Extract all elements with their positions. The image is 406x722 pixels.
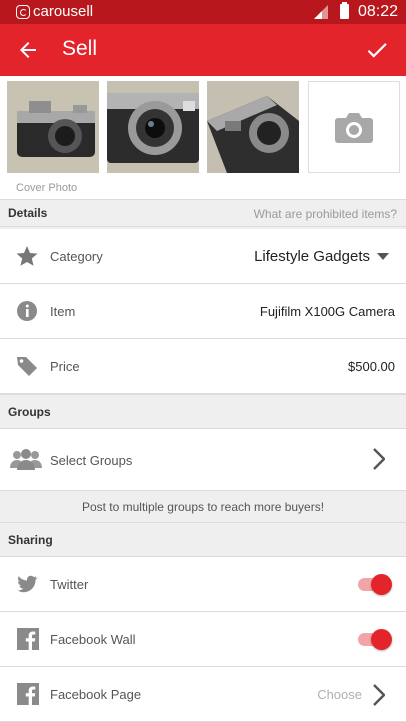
photo-thumbnail[interactable] bbox=[107, 81, 199, 173]
facebook-wall-row[interactable]: Facebook Wall bbox=[0, 612, 406, 667]
facebook-page-row[interactable]: Facebook Page Choose bbox=[0, 667, 406, 722]
item-row[interactable]: Item Fujifilm X100G Camera bbox=[0, 284, 406, 339]
price-row[interactable]: Price $500.00 bbox=[0, 339, 406, 394]
status-bar: carousell 08:22 bbox=[0, 0, 406, 24]
add-photo-button[interactable] bbox=[308, 81, 400, 173]
facebook-icon bbox=[17, 683, 39, 705]
category-label: Category bbox=[50, 249, 103, 264]
twitter-row[interactable]: Twitter bbox=[0, 557, 406, 612]
item-value[interactable]: Fujifilm X100G Camera bbox=[260, 304, 395, 319]
price-value[interactable]: $500.00 bbox=[348, 359, 395, 374]
details-section-header: Details What are prohibited items? bbox=[0, 199, 406, 227]
category-row[interactable]: Category Lifestyle Gadgets bbox=[0, 229, 406, 284]
facebook-page-label: Facebook Page bbox=[50, 687, 142, 702]
brand-name: carousell bbox=[33, 3, 94, 20]
facebook-wall-label: Facebook Wall bbox=[50, 632, 136, 647]
cover-photo-label: Cover Photo bbox=[16, 182, 78, 194]
select-groups-label: Select Groups bbox=[50, 453, 133, 468]
info-icon bbox=[17, 301, 37, 321]
select-groups-row[interactable]: Select Groups bbox=[0, 429, 406, 491]
twitter-label: Twitter bbox=[50, 577, 89, 592]
details-heading: Details bbox=[8, 206, 48, 220]
battery-icon bbox=[340, 2, 349, 19]
groups-icon bbox=[10, 449, 42, 470]
photo-thumbnail[interactable] bbox=[207, 81, 299, 173]
facebook-page-choose[interactable]: Choose bbox=[317, 687, 362, 702]
sharing-section-header: Sharing bbox=[0, 522, 406, 557]
twitter-icon bbox=[17, 575, 38, 593]
twitter-toggle[interactable] bbox=[358, 574, 392, 595]
facebook-wall-toggle[interactable] bbox=[358, 629, 392, 650]
groups-heading: Groups bbox=[8, 405, 51, 419]
chevron-right-icon[interactable] bbox=[373, 684, 385, 706]
back-arrow-icon[interactable] bbox=[16, 38, 40, 62]
groups-section-header: Groups bbox=[0, 394, 406, 429]
photo-strip: Cover Photo bbox=[0, 76, 406, 200]
status-time: 08:22 bbox=[358, 3, 399, 20]
app-bar: Sell bbox=[0, 24, 406, 76]
facebook-icon bbox=[17, 628, 39, 650]
category-value[interactable]: Lifestyle Gadgets bbox=[254, 248, 370, 265]
photo-thumbnail[interactable] bbox=[7, 81, 99, 173]
status-brand: carousell bbox=[16, 3, 93, 20]
star-icon bbox=[16, 246, 38, 266]
item-label: Item bbox=[50, 304, 76, 319]
sharing-heading: Sharing bbox=[8, 533, 53, 547]
camera-icon bbox=[335, 113, 373, 143]
chevron-right-icon[interactable] bbox=[373, 448, 385, 470]
carousell-logo-icon bbox=[16, 4, 30, 19]
price-label: Price bbox=[50, 359, 80, 374]
page-title: Sell bbox=[62, 37, 98, 60]
prohibited-items-link[interactable]: What are prohibited items? bbox=[254, 207, 397, 221]
groups-hint: Post to multiple groups to reach more bu… bbox=[81, 500, 325, 514]
signal-icon bbox=[314, 5, 328, 19]
dropdown-arrow-icon[interactable] bbox=[377, 253, 389, 260]
price-tag-icon bbox=[17, 357, 37, 376]
checkmark-icon[interactable] bbox=[364, 37, 390, 63]
